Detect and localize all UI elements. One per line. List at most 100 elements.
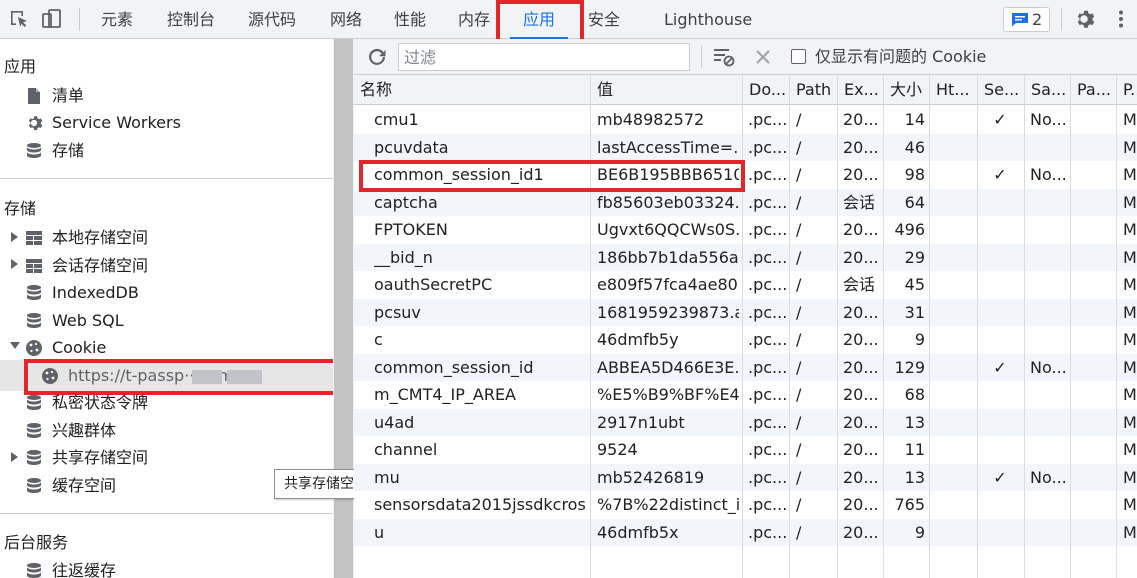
cell-secure: ✓ — [993, 467, 1007, 487]
expand-arrow-icon[interactable] — [11, 259, 18, 269]
column-header-httponly[interactable]: Ht... — [930, 75, 978, 105]
table-row[interactable]: cmu1 mb48982572 .pc... / 20... 14 ✓ No... M — [354, 106, 1137, 134]
cell-path: / — [796, 247, 802, 267]
cell-path: / — [796, 357, 802, 377]
table-row[interactable]: captcha fb85603eb03324... .pc... / 会话 64 M — [354, 188, 1137, 217]
table-row[interactable]: pcuvdata lastAccessTime=... .pc... / 20... 46… — [354, 133, 1137, 161]
only-issues-checkbox[interactable] — [791, 49, 806, 64]
cell-priority: M — [1123, 330, 1137, 349]
close-icon[interactable] — [754, 48, 772, 66]
table-row[interactable]: u 46dmfb5x .pc... / 20... 9 M — [354, 518, 1137, 547]
tab-lighthouse[interactable]: Lighthouse — [664, 0, 752, 39]
table-row[interactable]: pcsuv 1681959239873.a... .pc... / 20... 31 M — [354, 298, 1137, 327]
tab-sources[interactable]: 源代码 — [248, 0, 296, 39]
cell-name: __bid_n — [374, 247, 433, 267]
cell-expires: 20... — [843, 440, 879, 459]
column-header-size[interactable]: 大小 — [884, 75, 930, 105]
cell-value: 46dmfb5y — [597, 330, 679, 349]
cell-samesite — [1030, 299, 1068, 327]
more-options-icon[interactable] — [1110, 8, 1132, 30]
table-row[interactable]: mu mb52426819 .pc... / 20... 13 ✓ No... M — [354, 463, 1137, 491]
column-divider — [789, 75, 790, 578]
column-header-secure[interactable]: Se... — [978, 75, 1025, 105]
column-header-path[interactable]: Path — [790, 75, 838, 105]
cell-domain: .pc... — [748, 522, 786, 542]
tab-elements[interactable]: 元素 — [101, 0, 133, 39]
table-row[interactable]: common_session_id1 BE6B195BBB6510... .pc..… — [354, 161, 1137, 189]
cell-secure — [978, 436, 1022, 464]
column-header-samesite[interactable]: Sa... — [1025, 75, 1071, 105]
cell-expires: 20... — [843, 302, 879, 322]
cell-secure — [978, 326, 1022, 354]
cell-secure — [978, 519, 1022, 547]
cell-value: lastAccessTime=... — [597, 137, 739, 157]
sidebar-item-label: 缓存空间 — [52, 476, 117, 495]
table-row[interactable]: FPTOKEN Ugvxt6QQCWs0S... .pc... / 20... 496 M — [354, 216, 1137, 244]
cell-expires: 20... — [843, 522, 879, 542]
column-divider — [977, 75, 978, 578]
sidebar-item-label: 往返缓存 — [52, 561, 117, 578]
table-row[interactable]: m_CMT4_IP_AREA %E5%B9%BF%E4... .pc... / 20..… — [354, 381, 1137, 409]
tab-security[interactable]: 安全 — [588, 0, 620, 39]
clear-filtered-cookies-icon[interactable] — [712, 46, 736, 68]
cell-size: 13 — [904, 412, 925, 432]
column-header-value[interactable]: 值 — [591, 75, 742, 105]
cookie-toolbar: 仅显示有问题的 Cookie — [354, 39, 1137, 75]
cell-priority: M — [1123, 275, 1137, 294]
cell-domain: .pc... — [748, 385, 786, 404]
cell-domain: .pc... — [748, 357, 786, 377]
tab-console[interactable]: 控制台 — [167, 0, 215, 39]
cell-samesite — [1030, 409, 1068, 437]
collapse-arrow-icon[interactable] — [10, 342, 20, 349]
filter-input[interactable] — [398, 43, 690, 71]
expand-arrow-icon[interactable] — [11, 232, 18, 242]
tab-application[interactable]: 应用 — [510, 0, 569, 39]
cookie-icon — [26, 340, 42, 356]
cell-samesite — [1030, 189, 1068, 217]
table-row[interactable]: oauthSecretPC e809f57fca4ae80... .pc... / 会话… — [354, 271, 1137, 299]
cell-domain: .pc... — [748, 330, 786, 349]
cell-expires: 20... — [843, 165, 879, 184]
table-row[interactable]: channel 9524 .pc... / 20... 11 M — [354, 436, 1137, 464]
cell-priority: M — [1123, 522, 1137, 542]
sidebar-item-label: 共享存储空间 — [52, 448, 149, 467]
tab-memory[interactable]: 内存 — [458, 0, 490, 39]
table-row[interactable]: sensorsdata2015jssdkcross %7B%22distinct_… — [354, 491, 1137, 519]
issues-badge[interactable]: 2 — [1003, 7, 1050, 32]
cell-domain: .pc... — [748, 165, 786, 184]
table-row[interactable]: __bid_n 186bb7b1da556a... .pc... / 20... 29 M — [354, 243, 1137, 272]
gear-icon[interactable] — [1073, 8, 1095, 30]
refresh-icon[interactable] — [366, 46, 388, 68]
cell-value: 2917n1ubt — [597, 412, 685, 432]
column-header-name[interactable]: 名称 — [354, 75, 590, 105]
cell-priority: M — [1123, 495, 1137, 514]
toolbar-divider — [79, 8, 80, 31]
table-row[interactable]: common_session_id ABBEA5D466E3E... .pc... /… — [354, 353, 1137, 381]
cell-size: 46 — [904, 137, 925, 157]
cell-secure — [978, 244, 1022, 272]
table-row[interactable]: u4ad 2917n1ubt .pc... / 20... 13 M — [354, 408, 1137, 437]
only-issues-label: 仅显示有问题的 Cookie — [815, 47, 987, 66]
tab-performance[interactable]: 性能 — [394, 0, 426, 39]
cell-path: / — [796, 275, 802, 294]
cell-priority: M — [1123, 385, 1137, 404]
column-header-domain[interactable]: Do... — [743, 75, 790, 105]
issues-count: 2 — [1032, 10, 1043, 29]
expand-arrow-icon[interactable] — [11, 452, 18, 462]
cell-priority: M — [1123, 220, 1137, 239]
device-toolbar-icon[interactable] — [41, 8, 63, 30]
cell-value: ABBEA5D466E3E... — [597, 357, 739, 377]
redacted-text-patch — [227, 370, 262, 384]
cell-path: / — [796, 412, 802, 432]
inspect-element-icon[interactable] — [8, 8, 30, 30]
message-icon — [1012, 13, 1028, 27]
cell-domain: .pc... — [748, 192, 786, 212]
column-header-expires[interactable]: Ex... — [838, 75, 884, 105]
cell-expires: 会话 — [843, 192, 876, 212]
table-row[interactable]: c 46dmfb5y .pc... / 20... 9 M — [354, 326, 1137, 354]
cell-name: u — [374, 522, 385, 542]
cell-expires: 20... — [843, 467, 879, 487]
column-header-priority[interactable]: P... — [1117, 75, 1137, 105]
column-header-partition-key[interactable]: Pa... — [1071, 75, 1117, 105]
tab-network[interactable]: 网络 — [330, 0, 362, 39]
